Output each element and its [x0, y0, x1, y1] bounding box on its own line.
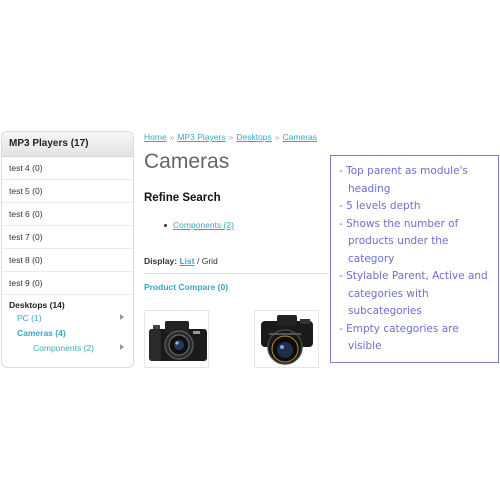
breadcrumb-desktops[interactable]: Desktops	[236, 132, 271, 142]
display-switcher: Display: List / Grid	[144, 256, 218, 266]
refine-item[interactable]: Components (2)	[164, 220, 234, 230]
camera-icon	[149, 321, 207, 361]
breadcrumb-separator: »	[274, 132, 280, 142]
chevron-right-icon[interactable]	[120, 314, 124, 320]
breadcrumb-cameras[interactable]: Cameras	[283, 132, 317, 142]
category-item[interactable]: test 4 (0)	[2, 157, 133, 180]
module-heading: MP3 Players (17)	[2, 132, 133, 157]
category-item[interactable]: test 6 (0)	[2, 203, 133, 226]
tree-item-components[interactable]: Components (2)	[9, 343, 133, 358]
category-item[interactable]: test 5 (0)	[2, 180, 133, 203]
bullet-icon	[164, 224, 167, 228]
breadcrumb: Home» MP3 Players» Desktops» Cameras	[144, 132, 317, 142]
chevron-right-icon[interactable]	[120, 344, 124, 350]
breadcrumb-separator: »	[169, 132, 175, 142]
refine-item-link[interactable]: Components (2)	[173, 220, 234, 230]
display-grid-link[interactable]: Grid	[202, 256, 218, 266]
tree-item-label: Components (2)	[33, 343, 94, 353]
refine-search-heading: Refine Search	[144, 192, 221, 204]
feature-item: - Shows the number of products under the…	[339, 217, 459, 265]
product-compare-link[interactable]: Product Compare (0)	[144, 282, 228, 292]
category-tree: Desktops (14) PC (1) Cameras (4) Compone…	[2, 295, 133, 358]
breadcrumb-separator: »	[228, 132, 234, 142]
tree-parent-desktops[interactable]: Desktops (14)	[9, 300, 133, 313]
category-item[interactable]: test 8 (0)	[2, 249, 133, 272]
tree-item-label: Cameras (4)	[17, 328, 66, 338]
category-item[interactable]: test 7 (0)	[2, 226, 133, 249]
camera-icon	[261, 315, 313, 365]
category-module: MP3 Players (17) test 4 (0) test 5 (0) t…	[1, 131, 134, 368]
feature-item: - 5 levels depth	[339, 200, 421, 212]
features-callout: - Top parent as module's heading - 5 lev…	[330, 155, 499, 363]
feature-item: - Top parent as module's heading	[339, 165, 468, 195]
product-thumbnail[interactable]	[254, 310, 319, 368]
category-list: test 4 (0) test 5 (0) test 6 (0) test 7 …	[2, 157, 133, 295]
tree-item-pc[interactable]: PC (1)	[9, 313, 133, 328]
breadcrumb-home[interactable]: Home	[144, 132, 167, 142]
breadcrumb-mp3-players[interactable]: MP3 Players	[177, 132, 225, 142]
product-thumbnail[interactable]	[144, 310, 209, 368]
features-list: - Top parent as module's heading - 5 lev…	[336, 163, 494, 356]
feature-item: - Stylable Parent, Active and categories…	[339, 270, 488, 317]
feature-item: - Empty categories are visible	[339, 322, 459, 353]
content-divider	[144, 273, 329, 274]
tree-item-cameras[interactable]: Cameras (4)	[9, 328, 133, 343]
tree-item-label: PC (1)	[17, 313, 42, 323]
display-separator: /	[196, 256, 200, 266]
display-label: Display:	[144, 256, 178, 266]
display-list-link[interactable]: List	[179, 256, 194, 266]
page-title: Cameras	[144, 150, 230, 173]
category-item[interactable]: test 9 (0)	[2, 272, 133, 295]
